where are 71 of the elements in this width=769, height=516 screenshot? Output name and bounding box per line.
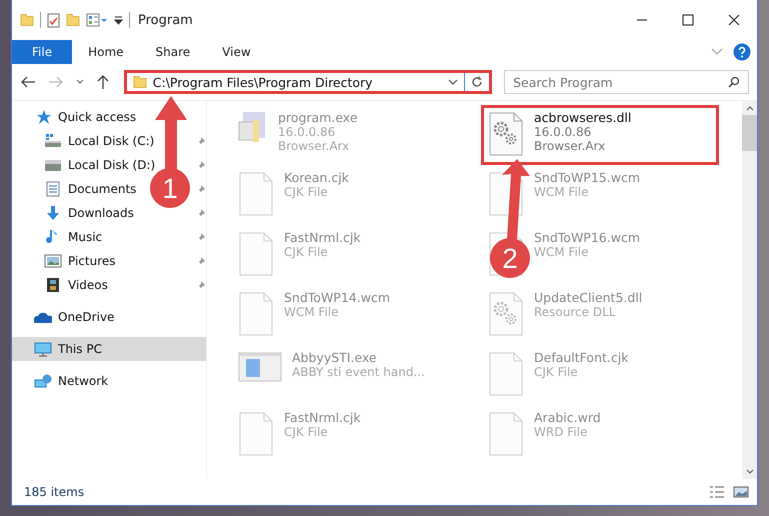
file-detail: CJK File	[284, 185, 329, 199]
document-icon	[44, 181, 62, 197]
scrollbar-thumb[interactable]	[742, 115, 757, 151]
file-detail: Resource DLL	[534, 305, 616, 319]
file-icon	[488, 352, 524, 396]
sidebar-item[interactable]: Music	[68, 230, 102, 244]
file-detail: CJK File	[284, 425, 329, 439]
up-arrow-icon[interactable]	[96, 74, 110, 90]
network-icon	[34, 373, 52, 389]
window-title: Program	[138, 12, 193, 28]
sidebar-item[interactable]: Quick access	[58, 110, 136, 124]
refresh-icon[interactable]	[471, 76, 484, 88]
file-icon	[238, 292, 274, 336]
drive-icon	[44, 133, 62, 149]
scroll-up-icon[interactable]	[746, 105, 754, 111]
file-icon	[238, 172, 274, 216]
file-detail: Browser.Arx	[278, 139, 350, 153]
recent-dropdown-icon[interactable]	[76, 79, 84, 85]
file-detail: WCM File	[284, 305, 340, 319]
file-icon	[238, 412, 274, 456]
file-detail: WCM File	[534, 185, 590, 199]
file-detail: CJK File	[534, 365, 579, 379]
picture-icon	[44, 253, 62, 269]
search-icon[interactable]	[728, 76, 740, 88]
address-bar[interactable]: C:\Program Files\Program Directory	[124, 70, 492, 94]
chevron-down-icon[interactable]	[448, 78, 458, 86]
details-view-icon[interactable]	[709, 485, 725, 499]
monitor-icon	[34, 341, 52, 357]
checklist-icon[interactable]	[47, 12, 60, 28]
large-icons-view-icon[interactable]	[733, 485, 749, 499]
sidebar-item[interactable]: Local Disk (C:)	[68, 134, 154, 148]
sidebar-item[interactable]: Documents	[68, 182, 136, 196]
sidebar-item[interactable]: Videos	[68, 278, 108, 292]
dropdown-icon[interactable]	[114, 15, 123, 25]
scroll-down-icon[interactable]	[746, 469, 754, 475]
back-arrow-icon[interactable]	[20, 75, 36, 89]
sidebar-item[interactable]: Pictures	[68, 254, 116, 268]
sidebar-item[interactable]: This PC	[58, 342, 102, 356]
step-number-badge: 2	[490, 238, 530, 278]
properties-icon[interactable]	[86, 13, 108, 27]
sidebar-item[interactable]: Downloads	[68, 206, 134, 220]
file-icon	[488, 412, 524, 456]
help-icon[interactable]	[733, 43, 751, 61]
file-detail: Browser.Arx	[534, 139, 606, 153]
window-icon	[238, 352, 282, 382]
ribbon-tab[interactable]: Home	[72, 40, 140, 64]
folder-icon	[132, 76, 147, 88]
file-detail: WRD File	[534, 425, 588, 439]
file-detail: 16.0.0.86	[534, 125, 592, 139]
file-name[interactable]: acbrowseres.dll	[534, 110, 632, 125]
download-arrow-icon	[44, 205, 62, 221]
drive-icon	[44, 157, 62, 173]
sidebar-item[interactable]: Network	[58, 374, 108, 388]
file-icon	[238, 232, 274, 276]
file-detail: WCM File	[534, 245, 590, 259]
ribbon-tab[interactable]: View	[206, 40, 267, 64]
file-detail: ABBY sti event hand...	[292, 365, 425, 379]
program-icon	[238, 112, 268, 142]
item-count: 185 items	[24, 485, 84, 499]
gears-file-icon	[488, 112, 524, 156]
file-detail: CJK File	[284, 245, 329, 259]
search-box[interactable]: Search Program	[504, 70, 749, 94]
film-icon	[44, 277, 62, 293]
ribbon-tab[interactable]: Share	[140, 40, 206, 64]
file-detail: 16.0.0.86	[278, 125, 336, 139]
sidebar-item[interactable]: OneDrive	[58, 310, 114, 324]
folder-icon	[20, 14, 34, 26]
scrollbar[interactable]	[742, 101, 757, 479]
gears-file-icon	[488, 292, 524, 336]
address-path: C:\Program Files\Program Directory	[152, 74, 374, 90]
ribbon-tab[interactable]: File	[12, 40, 72, 64]
